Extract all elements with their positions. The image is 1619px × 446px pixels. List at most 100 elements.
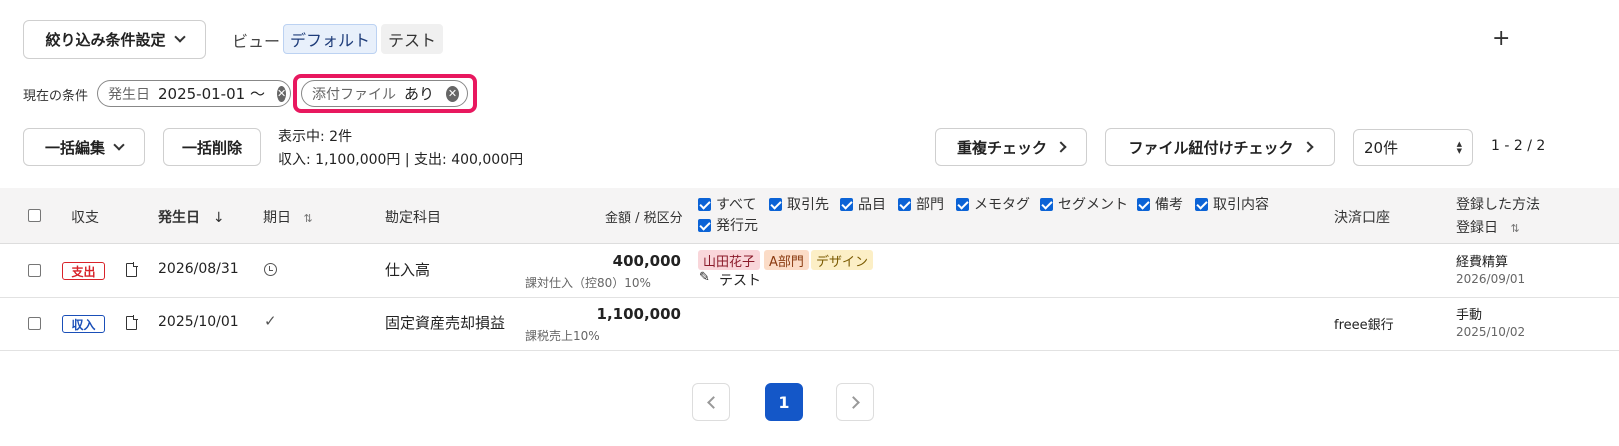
check-icon: ✓: [264, 312, 277, 330]
per-page-value: 20件: [1364, 139, 1399, 157]
header-date[interactable]: 発生日 ↓: [158, 207, 225, 227]
table-row[interactable]: 収入 2025/10/01 ✓ 固定資産売却損益 1,100,000 課税売上1…: [0, 298, 1619, 351]
chevron-left-icon: [706, 395, 720, 409]
sort-arrow-down-icon: ↓: [212, 210, 225, 226]
document-icon[interactable]: [126, 315, 138, 330]
row-method: 経費精算: [1456, 255, 1509, 270]
column-filter-issuer[interactable]: 発行元: [698, 215, 758, 235]
chevron-down-icon: [113, 138, 125, 151]
column-filter-all[interactable]: すべて: [698, 194, 756, 214]
row-tax: 課対仕入（控80）10%: [525, 276, 651, 290]
file-link-check-button[interactable]: ファイル紐付けチェック: [1105, 128, 1335, 166]
header-account: 勘定科目: [385, 210, 441, 226]
plus-icon[interactable]: +: [1492, 26, 1510, 51]
table-row[interactable]: 支出 2026/08/31 仕入高 400,000 課対仕入（控80）10%: [0, 244, 1619, 298]
row-date: 2025/10/01: [158, 314, 239, 330]
column-filter-label: メモタグ: [974, 197, 1030, 213]
column-filter-memo-tag[interactable]: メモタグ: [956, 194, 1030, 214]
column-filter-remarks[interactable]: 備考: [1137, 194, 1183, 214]
row-account: 固定資産売却損益: [385, 314, 506, 332]
range-indicator: 1 - 2 / 2: [1491, 138, 1546, 154]
header-registered-method: 登録した方法: [1456, 197, 1540, 213]
row-amount: 400,000: [612, 252, 681, 270]
column-filter-transaction[interactable]: 取引内容: [1195, 194, 1269, 214]
header-payment-account: 決済口座: [1334, 210, 1390, 226]
checkbox[interactable]: [698, 218, 711, 232]
column-filter-label: すべて: [716, 197, 757, 213]
chevron-right-icon: [1301, 141, 1314, 153]
tab-view-default[interactable]: デフォルト: [283, 24, 378, 54]
table-header: 収支 発生日 ↓ 期日 ⇅ 勘定科目 金額 / 税区分 すべて 取引先 品目 部…: [0, 188, 1619, 244]
column-filter-label: 部門: [916, 197, 944, 213]
tag-department: A部門: [764, 250, 809, 270]
row-memo: テスト: [719, 273, 761, 289]
checkbox[interactable]: [769, 197, 782, 211]
pagination-prev-button[interactable]: [692, 383, 730, 421]
column-filter-segment[interactable]: セグメント: [1040, 194, 1128, 214]
checkbox[interactable]: [898, 197, 911, 211]
row-date: 2026/08/31: [158, 261, 239, 277]
row-method: 手動: [1456, 308, 1483, 323]
chevron-right-icon: [1055, 141, 1067, 153]
bulk-delete-button[interactable]: 一括削除: [163, 128, 261, 166]
pagination-next-button[interactable]: [836, 383, 874, 421]
filter-settings-button[interactable]: 絞り込み条件設定: [23, 20, 206, 59]
header-amount: 金額 / 税区分: [605, 211, 683, 226]
bulk-edit-label: 一括編集: [44, 138, 105, 157]
row-checkbox[interactable]: [28, 317, 41, 330]
column-filter-label: 発行元: [716, 218, 758, 234]
filter-chip-date[interactable]: 発生日 2025-01-01 〜 ✕: [97, 80, 291, 107]
header-registered-date[interactable]: 登録日 ⇅: [1456, 217, 1520, 237]
type-badge-income: 収入: [62, 315, 105, 333]
column-filter-label: 取引先: [787, 197, 829, 213]
row-tax: 課税売上10%: [525, 329, 600, 343]
sort-updown-icon: ⇅: [303, 212, 313, 225]
filter-settings-label: 絞り込み条件設定: [45, 31, 166, 49]
column-filter-item[interactable]: 品目: [840, 194, 886, 214]
checkbox[interactable]: [1195, 197, 1208, 211]
header-type: 収支: [71, 210, 99, 226]
tag-person: 山田花子: [698, 250, 761, 270]
totals-summary: 収入: 1,100,000円 | 支出: 400,000円: [278, 152, 524, 168]
column-filter-label: セグメント: [1058, 197, 1128, 213]
per-page-select[interactable]: 20件 ▲ ▼: [1353, 129, 1473, 166]
document-icon[interactable]: [126, 262, 138, 277]
column-filter-label: 取引内容: [1213, 197, 1269, 213]
highlight-box: [293, 74, 477, 113]
tag-item: デザイン: [811, 250, 874, 270]
filter-chip-value: 2025-01-01 〜: [158, 85, 265, 103]
column-filter-label: 備考: [1155, 197, 1183, 213]
checkbox[interactable]: [1040, 197, 1053, 211]
column-filter-dept[interactable]: 部門: [898, 194, 944, 214]
current-conditions-label: 現在の条件: [23, 89, 89, 104]
row-registered-date: 2025/10/02: [1456, 325, 1526, 339]
duplicate-check-button[interactable]: 重複チェック: [935, 128, 1087, 166]
column-filter-partner[interactable]: 取引先: [769, 194, 829, 214]
showing-count: 表示中: 2件: [278, 129, 353, 145]
duplicate-check-label: 重複チェック: [956, 138, 1047, 157]
chevron-right-icon: [846, 395, 860, 409]
header-due[interactable]: 期日 ⇅: [263, 207, 313, 227]
pencil-icon: ✎: [699, 270, 710, 285]
row-registered-date: 2026/09/01: [1456, 272, 1526, 286]
checkbox[interactable]: [840, 197, 853, 211]
filter-chip-key: 発生日: [108, 86, 150, 103]
chevron-down-icon: [173, 31, 186, 43]
pagination-page-1[interactable]: 1: [765, 383, 803, 421]
checkbox[interactable]: [698, 197, 711, 211]
row-checkbox[interactable]: [28, 264, 41, 277]
header-registered-date-label: 登録日: [1456, 220, 1498, 236]
row-payment-account: freee銀行: [1334, 318, 1394, 333]
checkbox[interactable]: [1137, 197, 1150, 211]
header-date-label: 発生日: [158, 210, 200, 226]
file-link-check-label: ファイル紐付けチェック: [1128, 138, 1294, 157]
tab-view-test[interactable]: テスト: [381, 24, 444, 54]
row-account: 仕入高: [385, 261, 431, 279]
select-all-checkbox[interactable]: [28, 209, 41, 222]
header-due-label: 期日: [263, 210, 291, 226]
column-filter-label: 品目: [858, 197, 886, 213]
checkbox[interactable]: [956, 197, 969, 211]
bulk-edit-button[interactable]: 一括編集: [23, 128, 145, 166]
close-circle-icon[interactable]: ✕: [276, 85, 287, 102]
row-amount: 1,100,000: [596, 305, 681, 323]
